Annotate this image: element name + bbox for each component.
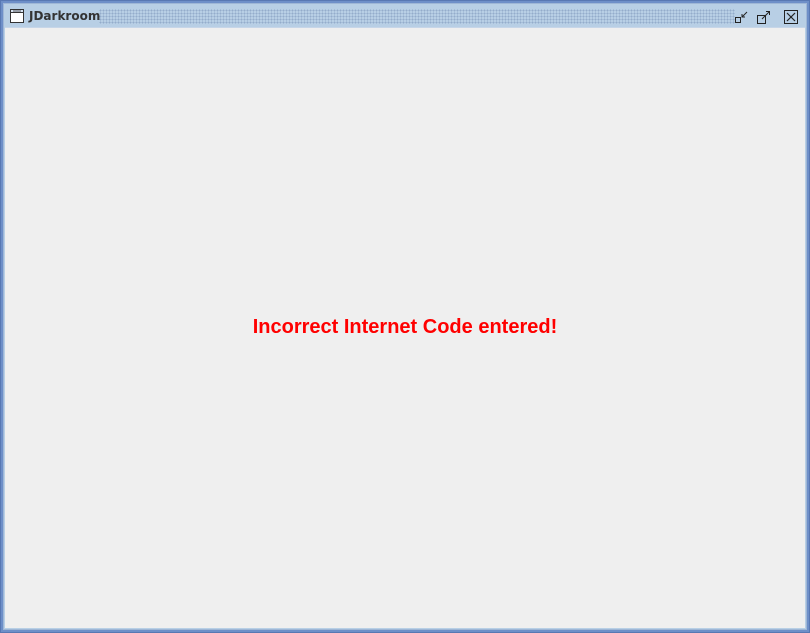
error-message: Incorrect Internet Code entered!	[252, 316, 558, 338]
minimize-button[interactable]	[734, 9, 750, 25]
window-title: JDarkroom	[29, 9, 101, 23]
minimize-icon	[735, 11, 748, 23]
window-app-icon[interactable]	[10, 8, 24, 23]
title-bar[interactable]: JDarkroom	[5, 5, 805, 28]
window-frame: JDarkroom Incorrect Internet Code entere…	[3, 3, 807, 630]
title-bar-grip	[99, 9, 735, 24]
maximize-button[interactable]	[756, 9, 772, 25]
app-window: JDarkroom Incorrect Internet Code entere…	[0, 0, 810, 633]
close-button[interactable]	[783, 9, 799, 25]
maximize-icon	[757, 11, 770, 24]
close-icon	[784, 10, 798, 24]
content-panel: Incorrect Internet Code entered!	[5, 27, 805, 628]
